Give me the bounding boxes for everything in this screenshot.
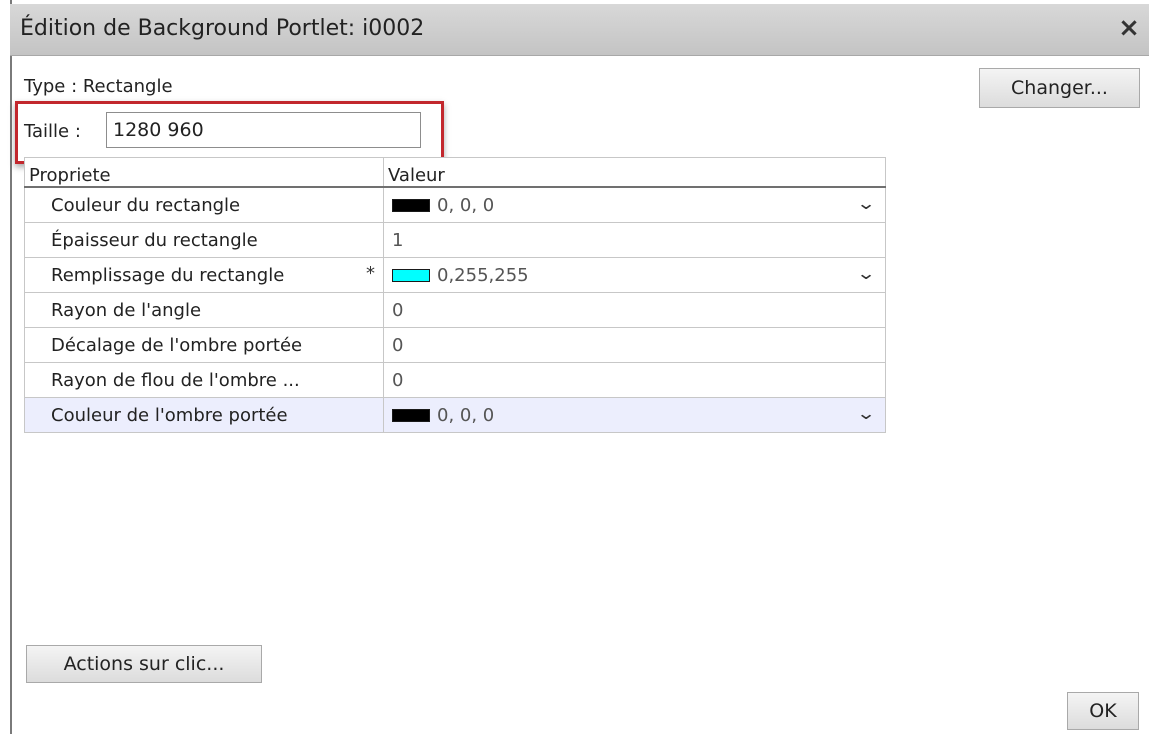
- property-value-text: 0, 0, 0: [437, 194, 495, 216]
- property-name: Couleur du rectangle: [24, 186, 384, 223]
- property-name: Remplissage du rectangle *: [24, 257, 384, 293]
- color-swatch: [392, 199, 430, 212]
- property-name-text: Remplissage du rectangle: [51, 264, 285, 286]
- property-row[interactable]: Couleur du rectangle 0, 0, 0 ⌄: [24, 186, 886, 223]
- change-button[interactable]: Changer...: [979, 68, 1140, 108]
- column-header-value: Valeur: [383, 157, 886, 188]
- chevron-down-icon[interactable]: ⌄: [856, 194, 876, 214]
- property-value[interactable]: 0: [383, 292, 886, 328]
- property-row[interactable]: Décalage de l'ombre portée 0: [24, 327, 886, 363]
- property-name: Rayon de flou de l'ombre ...: [24, 362, 384, 398]
- property-value[interactable]: 0: [383, 362, 886, 398]
- property-row[interactable]: Remplissage du rectangle * 0,255,255 ⌄: [24, 257, 886, 293]
- property-row[interactable]: Rayon de flou de l'ombre ... 0: [24, 362, 886, 398]
- title-bar[interactable]: Édition de Background Portlet: i0002 ×: [10, 4, 1149, 56]
- property-value[interactable]: 0,255,255 ⌄: [383, 257, 886, 293]
- property-value[interactable]: 0, 0, 0 ⌄: [383, 186, 886, 223]
- close-icon[interactable]: ×: [1115, 12, 1143, 44]
- color-swatch: [392, 269, 430, 282]
- property-grid: Propriete Valeur Couleur du rectangle 0,…: [24, 157, 886, 433]
- ok-button[interactable]: OK: [1067, 692, 1139, 730]
- property-value[interactable]: 1: [383, 222, 886, 258]
- property-name: Épaisseur du rectangle: [24, 222, 384, 258]
- size-input[interactable]: [106, 112, 421, 148]
- property-name: Décalage de l'ombre portée: [24, 327, 384, 363]
- property-name: Couleur de l'ombre portée: [24, 397, 384, 433]
- chevron-down-icon[interactable]: ⌄: [856, 404, 876, 424]
- dialog-left-border: [0, 0, 12, 734]
- click-actions-button[interactable]: Actions sur clic...: [26, 645, 262, 683]
- grid-header-row: Propriete Valeur: [24, 157, 886, 188]
- property-row[interactable]: Épaisseur du rectangle 1: [24, 222, 886, 258]
- column-header-property: Propriete: [24, 157, 384, 188]
- property-value[interactable]: 0, 0, 0 ⌄: [383, 397, 886, 433]
- chevron-down-icon[interactable]: ⌄: [856, 264, 876, 284]
- property-row-selected[interactable]: Couleur de l'ombre portée 0, 0, 0 ⌄: [24, 397, 886, 433]
- type-label: Type : Rectangle: [24, 76, 173, 97]
- size-label: Taille :: [24, 121, 81, 142]
- property-row[interactable]: Rayon de l'angle 0: [24, 292, 886, 328]
- dialog-title: Édition de Background Portlet: i0002: [20, 16, 425, 41]
- property-value[interactable]: 0: [383, 327, 886, 363]
- property-name: Rayon de l'angle: [24, 292, 384, 328]
- color-swatch: [392, 409, 430, 422]
- modified-indicator: *: [366, 263, 375, 284]
- property-value-text: 0,255,255: [437, 264, 529, 286]
- dialog: Édition de Background Portlet: i0002 × T…: [0, 0, 1149, 734]
- property-value-text: 0, 0, 0: [437, 404, 495, 426]
